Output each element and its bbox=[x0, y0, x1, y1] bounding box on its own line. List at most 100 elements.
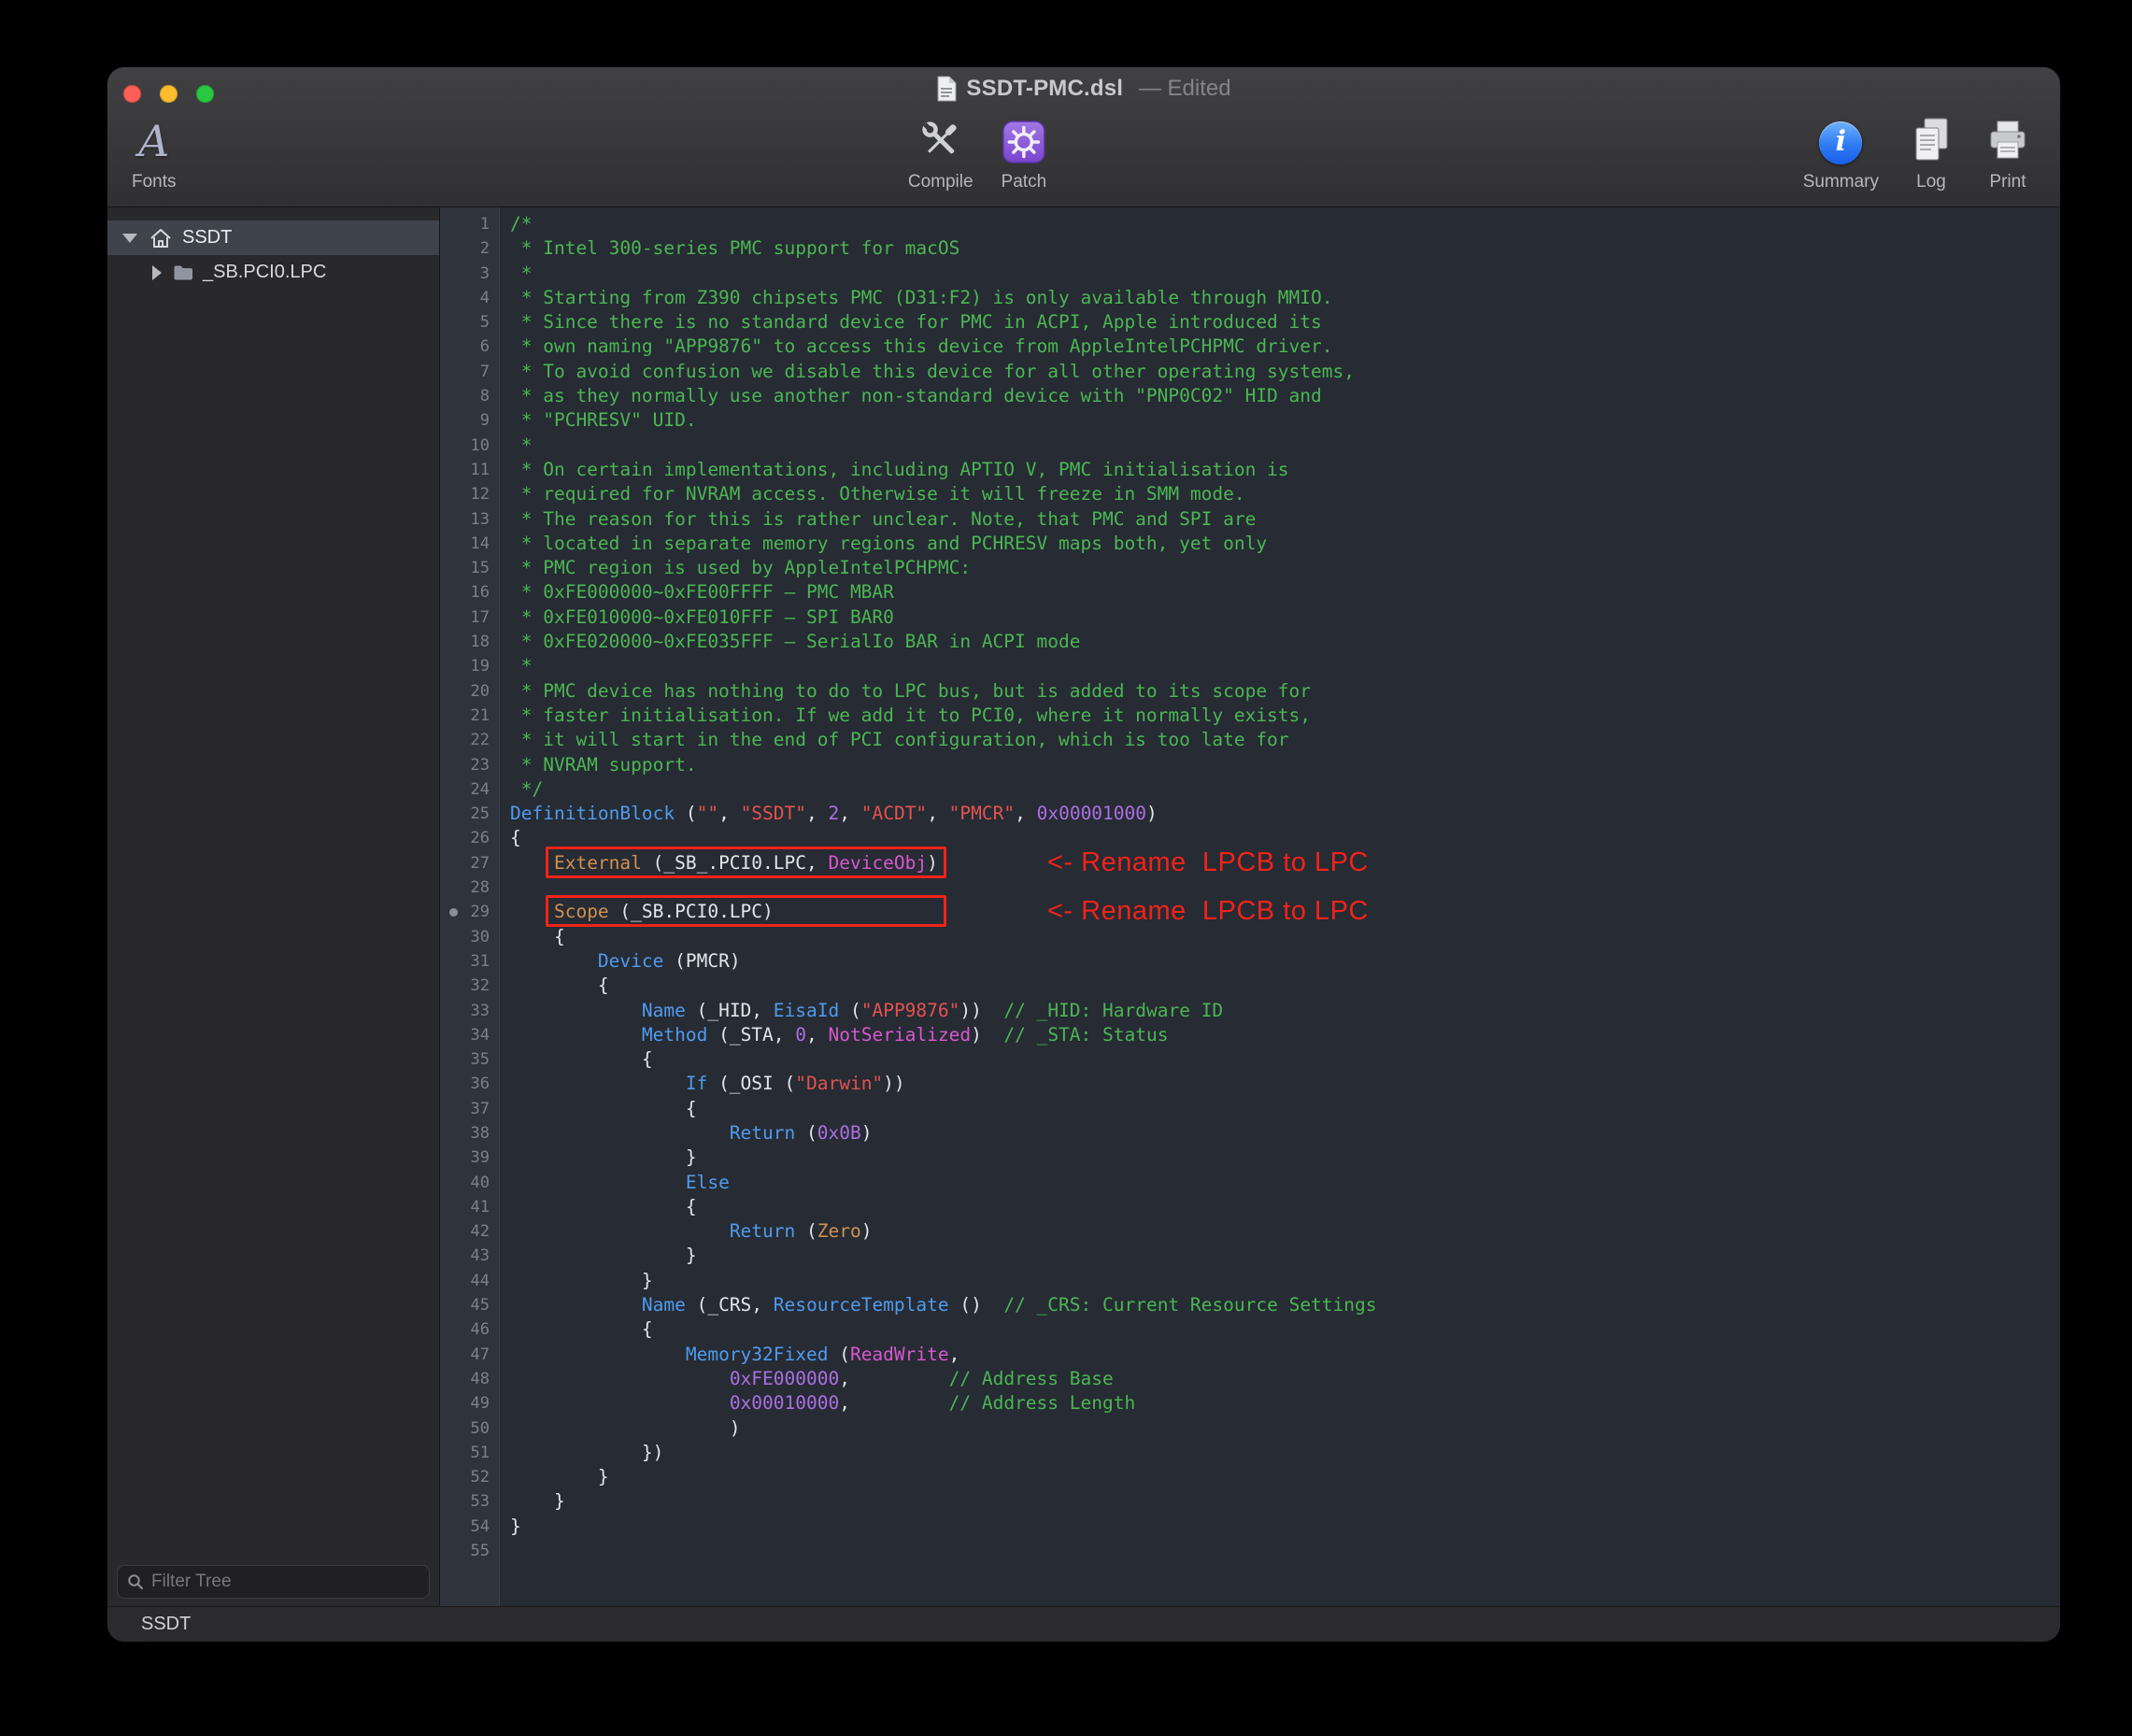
code-line[interactable]: * own naming "APP9876" to access this de… bbox=[510, 334, 2060, 359]
code-token: Zero bbox=[817, 1220, 861, 1242]
code-line[interactable]: * bbox=[510, 262, 2060, 286]
code-line[interactable]: } bbox=[510, 1489, 2060, 1514]
line-number: 11 bbox=[440, 458, 490, 482]
code-line[interactable]: * Intel 300-series PMC support for macOS bbox=[510, 236, 2060, 261]
code-token: Name bbox=[642, 1000, 686, 1021]
code-line[interactable]: Method (_STA, 0, NotSerialized) // _STA:… bbox=[510, 1023, 2060, 1047]
code-token: NotSerialized bbox=[829, 1024, 972, 1046]
code-line[interactable]: 0x00010000, // Address Length bbox=[510, 1391, 2060, 1416]
code-token: (_HID, bbox=[686, 1000, 774, 1021]
code-line[interactable]: { bbox=[510, 1317, 2060, 1342]
code-line[interactable]: * NVRAM support. bbox=[510, 753, 2060, 777]
code-token: "" bbox=[697, 803, 718, 824]
code-token: DefinitionBlock bbox=[510, 803, 675, 824]
disclosure-down-icon[interactable] bbox=[122, 234, 137, 243]
sidebar-item-ssdt[interactable]: SSDT bbox=[107, 221, 439, 255]
fonts-button[interactable]: A Fonts bbox=[132, 110, 177, 192]
code-line[interactable]: 0xFE000000, // Address Base bbox=[510, 1367, 2060, 1391]
code-line[interactable]: { bbox=[510, 974, 2060, 998]
code-token: (_CRS, bbox=[686, 1294, 774, 1316]
code-line[interactable]: * bbox=[510, 434, 2060, 458]
log-documents-icon bbox=[1907, 116, 1955, 164]
code-line[interactable]: * Since there is no standard device for … bbox=[510, 310, 2060, 334]
code-line[interactable]: * as they normally use another non-stand… bbox=[510, 384, 2060, 408]
code-token: } bbox=[510, 1466, 609, 1487]
code-token: ResourceTemplate bbox=[774, 1294, 949, 1316]
log-label: Log bbox=[1916, 172, 1946, 192]
code-line[interactable]: * located in separate memory regions and… bbox=[510, 532, 2060, 556]
code-token: * 0xFE000000~0xFE00FFFF — PMC MBAR bbox=[510, 581, 894, 603]
code-line[interactable]: } bbox=[510, 1244, 2060, 1268]
code-token bbox=[510, 950, 598, 972]
filter-tree-field[interactable] bbox=[117, 1565, 430, 1599]
code-line[interactable]: } bbox=[510, 1269, 2060, 1293]
code-line[interactable]: Else bbox=[510, 1171, 2060, 1195]
code-token bbox=[510, 1122, 730, 1144]
code-line[interactable]: } bbox=[510, 1515, 2060, 1539]
patch-button[interactable]: Patch bbox=[1002, 110, 1047, 192]
line-number: 26 bbox=[440, 826, 490, 850]
code-line[interactable]: * PMC region is used by AppleIntelPCHPMC… bbox=[510, 556, 2060, 580]
code-line[interactable]: DefinitionBlock ("", "SSDT", 2, "ACDT", … bbox=[510, 802, 2060, 826]
code-line[interactable]: If (_OSI ("Darwin")) bbox=[510, 1072, 2060, 1096]
code-line[interactable]: /* bbox=[510, 212, 2060, 236]
code-line[interactable]: * 0xFE020000~0xFE035FFF — SerialIo BAR i… bbox=[510, 630, 2060, 654]
line-number: 14 bbox=[440, 532, 490, 556]
code-line[interactable]: Name (_CRS, ResourceTemplate () // _CRS:… bbox=[510, 1293, 2060, 1317]
code-line[interactable]: }) bbox=[510, 1441, 2060, 1465]
line-number: 6 bbox=[440, 334, 490, 359]
window-header: SSDT-PMC.dsl — Edited A Fonts bbox=[107, 67, 2060, 207]
code-line[interactable]: Return (0x0B) bbox=[510, 1121, 2060, 1145]
code-line[interactable]: * PMC device has nothing to do to LPC bu… bbox=[510, 679, 2060, 704]
line-number: 41 bbox=[440, 1195, 490, 1219]
code-line[interactable]: Name (_HID, EisaId ("APP9876")) // _HID:… bbox=[510, 999, 2060, 1023]
code-token: // Address Base bbox=[850, 1368, 1114, 1389]
log-button[interactable]: Log bbox=[1907, 110, 1955, 192]
house-icon bbox=[149, 227, 173, 249]
line-number: 20 bbox=[440, 679, 490, 704]
code-line[interactable]: * 0xFE010000~0xFE010FFF — SPI BAR0 bbox=[510, 605, 2060, 630]
code-line[interactable]: { bbox=[510, 925, 2060, 949]
code-line[interactable]: * "PCHRESV" UID. bbox=[510, 408, 2060, 433]
patch-label: Patch bbox=[1002, 172, 1047, 192]
code-token: , bbox=[927, 803, 948, 824]
disclosure-right-icon[interactable] bbox=[152, 265, 162, 280]
code-line[interactable]: * To avoid confusion we disable this dev… bbox=[510, 360, 2060, 384]
code-line[interactable]: Memory32Fixed (ReadWrite, bbox=[510, 1343, 2060, 1367]
code-token: (_SB_.PCI0.LPC, bbox=[642, 852, 829, 874]
code-line[interactable]: ) bbox=[510, 1416, 2060, 1441]
code-line[interactable]: } bbox=[510, 1145, 2060, 1170]
code-line[interactable]: Device (PMCR) bbox=[510, 949, 2060, 974]
code-token: (_OSI ( bbox=[707, 1073, 795, 1094]
line-number: 54 bbox=[440, 1515, 490, 1539]
code-line[interactable]: } bbox=[510, 1465, 2060, 1489]
printer-icon bbox=[1983, 118, 2032, 164]
code-token: */ bbox=[510, 778, 543, 800]
summary-button[interactable]: i Summary bbox=[1803, 110, 1879, 192]
compile-button[interactable]: Compile bbox=[908, 110, 974, 192]
print-button[interactable]: Print bbox=[1983, 110, 2032, 192]
code-token bbox=[510, 1000, 642, 1021]
code-token: * PMC region is used by AppleIntelPCHPMC… bbox=[510, 557, 971, 578]
line-number: 44 bbox=[440, 1269, 490, 1293]
code-line[interactable]: { bbox=[510, 1097, 2060, 1121]
code-line[interactable]: * bbox=[510, 654, 2060, 678]
code-line[interactable]: * it will start in the end of PCI config… bbox=[510, 728, 2060, 752]
code-line[interactable] bbox=[510, 1539, 2060, 1563]
title-bar[interactable]: SSDT-PMC.dsl — Edited bbox=[107, 67, 2060, 110]
code-line[interactable]: * required for NVRAM access. Otherwise i… bbox=[510, 482, 2060, 506]
code-line[interactable]: { bbox=[510, 1047, 2060, 1072]
sidebar-item-sb-pci0-lpc[interactable]: _SB.PCI0.LPC bbox=[107, 255, 439, 290]
line-number: 15 bbox=[440, 556, 490, 580]
line-number: 34 bbox=[440, 1023, 490, 1047]
code-line[interactable]: * faster initialisation. If we add it to… bbox=[510, 704, 2060, 728]
code-line[interactable]: Return (Zero) bbox=[510, 1219, 2060, 1244]
code-line[interactable]: { bbox=[510, 1195, 2060, 1219]
code-line[interactable]: */ bbox=[510, 777, 2060, 802]
code-token: DeviceObj bbox=[828, 852, 927, 874]
code-line[interactable]: * The reason for this is rather unclear.… bbox=[510, 507, 2060, 532]
code-line[interactable]: * 0xFE000000~0xFE00FFFF — PMC MBAR bbox=[510, 580, 2060, 605]
filter-tree-input[interactable] bbox=[151, 1572, 419, 1592]
code-line[interactable]: * Starting from Z390 chipsets PMC (D31:F… bbox=[510, 286, 2060, 310]
code-line[interactable]: * On certain implementations, including … bbox=[510, 458, 2060, 482]
